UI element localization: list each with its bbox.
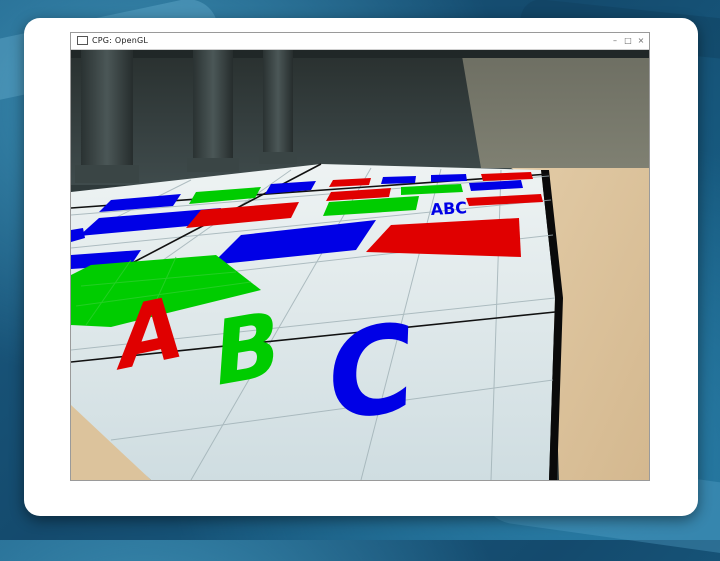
floor-letter-a: A [115, 276, 186, 391]
app-window: CPG: OpenGL – □ × ABC A B C [70, 32, 650, 481]
window-app-icon [77, 36, 88, 45]
pillar [193, 50, 233, 170]
floor-letter-b: B [210, 291, 283, 408]
pillar [263, 50, 293, 162]
lit-wall [461, 50, 649, 168]
pillar-base [259, 152, 297, 164]
pillar-base [187, 158, 239, 172]
minimize-icon[interactable]: – [609, 33, 621, 49]
floor-letter-c: C [325, 296, 417, 450]
window-titlebar[interactable]: CPG: OpenGL – □ × [71, 33, 649, 50]
maximize-icon[interactable]: □ [622, 33, 634, 49]
window-title: CPG: OpenGL [92, 36, 149, 45]
opengl-viewport[interactable]: ABC A B C [71, 50, 649, 480]
floor-text-far: ABC [430, 198, 467, 219]
pillar-base [75, 165, 139, 183]
wall-top [71, 50, 649, 58]
pillar [81, 50, 133, 180]
close-icon[interactable]: × [635, 33, 647, 49]
scene-render: ABC A B C [71, 50, 649, 480]
